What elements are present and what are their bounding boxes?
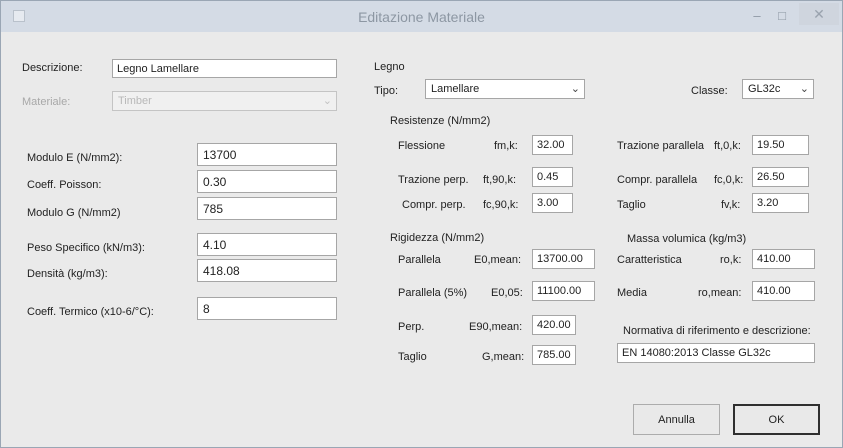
ft0k-symbol: ft,0,k: bbox=[714, 140, 741, 152]
e0mean-symbol: E0,mean: bbox=[474, 254, 522, 266]
gmean-symbol: G,mean: bbox=[482, 351, 525, 363]
chevron-down-icon: ⌄ bbox=[799, 83, 809, 95]
compr-parallela-label: Compr. parallela bbox=[617, 174, 698, 186]
normativa-label: Normativa di riferimento e descrizione: bbox=[623, 325, 811, 337]
title-bar[interactable]: Editazione Materiale – □ ✕ bbox=[1, 1, 842, 32]
fmk-symbol: fm,k: bbox=[494, 140, 518, 152]
coeff-termico-input[interactable] bbox=[197, 297, 337, 320]
peso-specifico-label: Peso Specifico (kN/m3): bbox=[27, 242, 145, 254]
classe-label: Classe: bbox=[691, 85, 728, 97]
densita-input[interactable] bbox=[197, 259, 337, 282]
trazione-perp-input[interactable] bbox=[532, 167, 573, 187]
taglio-res-label: Taglio bbox=[617, 199, 646, 211]
fvk-symbol: fv,k: bbox=[721, 199, 741, 211]
flessione-input[interactable] bbox=[532, 135, 573, 155]
modulo-g-label: Modulo G (N/mm2) bbox=[27, 207, 121, 219]
ok-button[interactable]: OK bbox=[733, 404, 820, 435]
trazione-parallela-label: Trazione parallela bbox=[617, 140, 705, 152]
descrizione-input[interactable] bbox=[112, 59, 337, 78]
parallela-label: Parallela bbox=[398, 254, 441, 266]
perp-label: Perp. bbox=[398, 321, 425, 333]
compr-parallela-input[interactable] bbox=[752, 167, 809, 187]
taglio-rig-label: Taglio bbox=[398, 351, 427, 363]
chevron-down-icon: ⌄ bbox=[322, 95, 332, 107]
window-title: Editazione Materiale bbox=[358, 9, 485, 25]
compr-perp-label: Compr. perp. bbox=[402, 199, 466, 211]
legno-group-label: Legno bbox=[374, 61, 405, 73]
rok-symbol: ro,k: bbox=[720, 254, 742, 266]
flessione-label: Flessione bbox=[398, 140, 446, 152]
caratteristica-label: Caratteristica bbox=[617, 254, 682, 266]
tipo-select[interactable]: Lamellare ⌄ bbox=[425, 79, 585, 99]
e005-symbol: E0,05: bbox=[491, 287, 523, 299]
caratteristica-input[interactable] bbox=[752, 249, 815, 269]
modulo-g-input[interactable] bbox=[197, 197, 337, 220]
coeff-termico-label: Coeff. Termico (x10-6/°C): bbox=[27, 306, 154, 318]
perp-input[interactable] bbox=[532, 315, 576, 335]
maximize-button[interactable]: □ bbox=[771, 7, 793, 25]
tipo-value: Lamellare bbox=[431, 83, 480, 95]
close-button[interactable]: ✕ bbox=[799, 3, 839, 25]
parallela-5-input[interactable] bbox=[532, 281, 595, 301]
rigidezza-group-label: Rigidezza (N/mm2) bbox=[390, 232, 485, 244]
coeff-poisson-input[interactable] bbox=[197, 170, 337, 193]
media-input[interactable] bbox=[752, 281, 815, 301]
media-label: Media bbox=[617, 287, 647, 299]
trazione-perp-label: Trazione perp. bbox=[398, 174, 469, 186]
annulla-button[interactable]: Annulla bbox=[633, 404, 720, 435]
e90mean-symbol: E90,mean: bbox=[469, 321, 523, 333]
resistenze-group-label: Resistenze (N/mm2) bbox=[390, 115, 491, 127]
compr-perp-input[interactable] bbox=[532, 193, 573, 213]
modulo-e-label: Modulo E (N/mm2): bbox=[27, 152, 123, 164]
trazione-parallela-input[interactable] bbox=[752, 135, 809, 155]
classe-value: GL32c bbox=[748, 83, 781, 95]
materiale-select: Timber ⌄ bbox=[112, 91, 337, 111]
modulo-e-input[interactable] bbox=[197, 143, 337, 166]
minimize-button[interactable]: – bbox=[747, 7, 767, 25]
romean-symbol: ro,mean: bbox=[698, 287, 742, 299]
parallela-5-label: Parallela (5%) bbox=[398, 287, 468, 299]
coeff-poisson-label: Coeff. Poisson: bbox=[27, 179, 102, 191]
material-editor-window: Editazione Materiale – □ ✕ Descrizione: … bbox=[0, 0, 843, 448]
materiale-value: Timber bbox=[118, 95, 152, 107]
densita-label: Densità (kg/m3): bbox=[27, 268, 108, 280]
massa-group-label: Massa volumica (kg/m3) bbox=[627, 233, 747, 245]
fc0k-symbol: fc,0,k: bbox=[714, 174, 744, 186]
materiale-label: Materiale: bbox=[22, 96, 71, 108]
parallela-input[interactable] bbox=[532, 249, 595, 269]
chevron-down-icon: ⌄ bbox=[570, 83, 580, 95]
ft90k-symbol: ft,90,k: bbox=[483, 174, 517, 186]
normativa-input[interactable] bbox=[617, 343, 815, 363]
peso-specifico-input[interactable] bbox=[197, 233, 337, 256]
descrizione-label: Descrizione: bbox=[22, 62, 83, 74]
taglio-res-input[interactable] bbox=[752, 193, 809, 213]
fc90k-symbol: fc,90,k: bbox=[483, 199, 519, 211]
tipo-label: Tipo: bbox=[374, 85, 399, 97]
classe-select[interactable]: GL32c ⌄ bbox=[742, 79, 814, 99]
taglio-rig-input[interactable] bbox=[532, 345, 576, 365]
